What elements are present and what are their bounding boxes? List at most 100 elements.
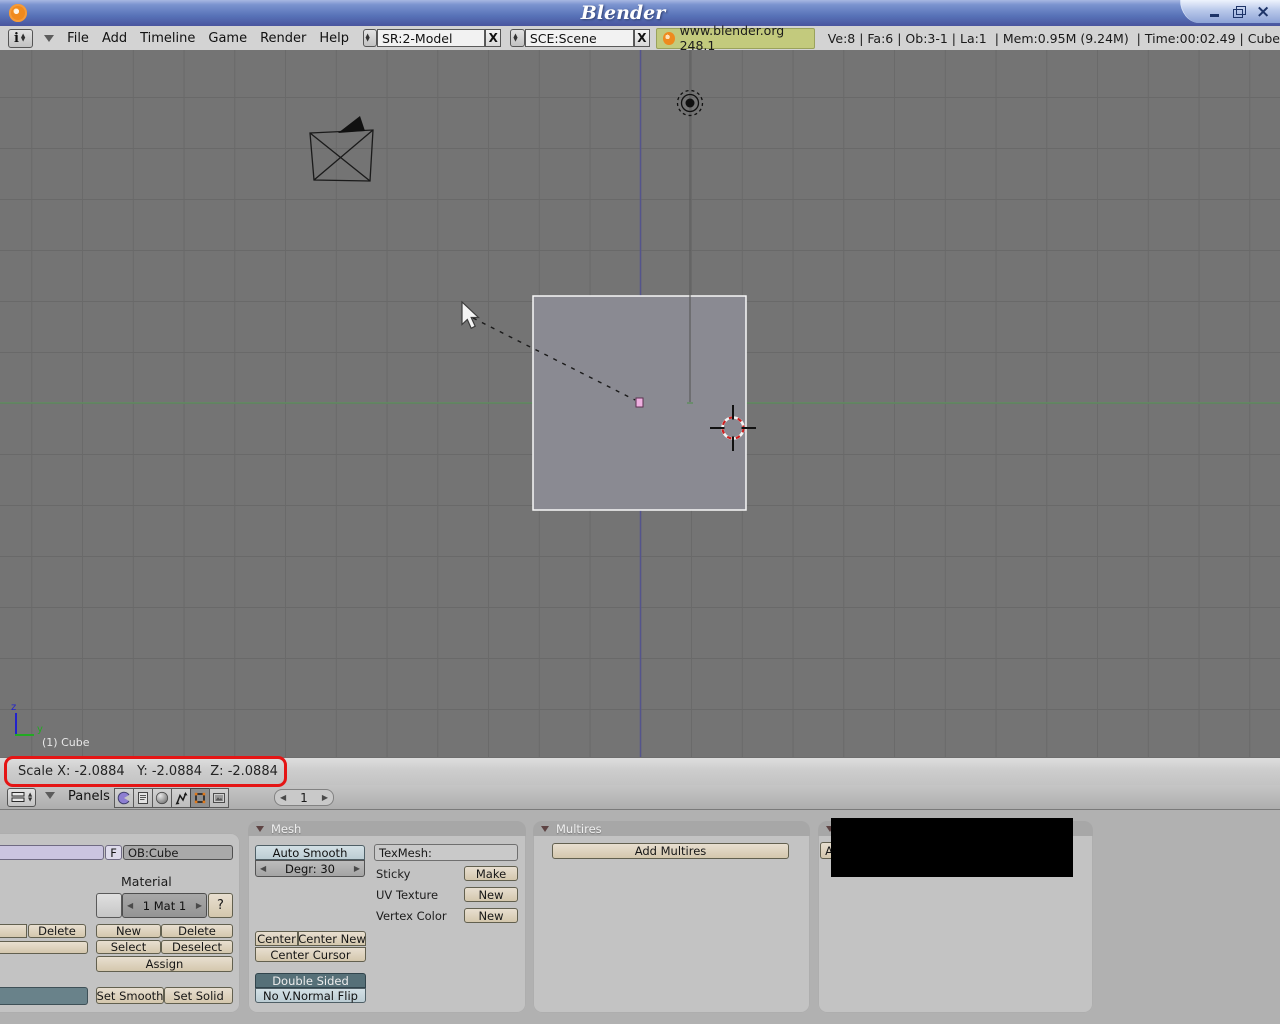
material-deselect-button[interactable]: Deselect	[161, 940, 233, 954]
viewport-header: Scale X: -2.0884 Y: -2.0884 Z: -2.0884	[0, 757, 1280, 785]
script-icon	[138, 792, 148, 804]
scene-delete-button[interactable]: X	[633, 29, 651, 47]
auto-smooth-toggle[interactable]: Auto Smooth	[255, 845, 365, 860]
uv-texture-new-button[interactable]: New	[464, 887, 518, 902]
editing-context-button[interactable]	[190, 788, 210, 808]
next-arrow-icon[interactable]: ▶	[196, 901, 202, 910]
panel-multires: Multires Add Multires	[533, 821, 810, 1013]
stepper-icon: ▲ ▼	[513, 32, 518, 43]
material-select-button[interactable]: Select	[96, 940, 161, 954]
blender-logo-icon	[9, 4, 27, 22]
center-new-button[interactable]: Center New	[298, 931, 366, 946]
material-color-swatch[interactable]	[96, 893, 122, 918]
viewport-3d[interactable]: z y (1) Cube	[0, 50, 1280, 757]
vgroup-new-button-partial[interactable]	[0, 924, 27, 938]
material-help-button[interactable]: ?	[208, 893, 233, 918]
menu-game[interactable]: Game	[208, 31, 247, 46]
prev-arrow-icon[interactable]: ◀	[127, 901, 133, 910]
blender-url-badge[interactable]: www.blender.org 248.1	[656, 23, 815, 53]
menu-render[interactable]: Render	[260, 31, 306, 46]
fake-user-button[interactable]: F	[105, 845, 122, 860]
redaction-box	[831, 818, 1073, 877]
logic-context-button[interactable]	[114, 788, 134, 808]
script-context-button[interactable]	[133, 788, 153, 808]
degr-number-field[interactable]: ◀ Degr: 30 ▶	[255, 860, 365, 877]
sticky-label: Sticky	[376, 867, 411, 881]
editor-type-button-buttons[interactable]: ▲ ▼	[7, 788, 36, 807]
menu-collapse-icon[interactable]	[44, 35, 55, 47]
camera-up-indicator	[338, 116, 365, 133]
prev-arrow-icon[interactable]: ◀	[280, 793, 286, 802]
panel-mesh-header[interactable]: Mesh	[248, 821, 526, 836]
menu-collapse-icon[interactable]	[45, 792, 55, 804]
shading-context-button[interactable]	[152, 788, 172, 808]
material-delete-button[interactable]: Delete	[161, 924, 233, 938]
panel-page-stepper[interactable]: ◀ 1 ▶	[274, 789, 334, 806]
active-object-info: (1) Cube	[42, 736, 90, 749]
next-arrow-icon[interactable]: ▶	[354, 864, 360, 873]
vertex-color-new-button[interactable]: New	[464, 908, 518, 923]
screen-delete-button[interactable]: X	[485, 29, 502, 47]
scale-readout: Scale X: -2.0884 Y: -2.0884 Z: -2.0884	[18, 764, 278, 779]
scene-context-button[interactable]	[209, 788, 229, 808]
blender-logo-icon	[663, 31, 675, 45]
center-button[interactable]: Center	[255, 931, 298, 946]
screen-browse-button[interactable]: ▲ ▼	[362, 29, 377, 47]
scene-name-field[interactable]: SCE:Scene	[524, 29, 634, 47]
lamp-object[interactable]	[676, 89, 704, 117]
panel-collapse-icon[interactable]	[256, 826, 264, 836]
vgroup-delete-button[interactable]: Delete	[28, 924, 86, 938]
viewport-overlay: z y (1) Cube	[0, 50, 1280, 757]
stepper-icon: ▲ ▼	[365, 32, 370, 43]
editor-type-button-info[interactable]: i ▲ ▼	[8, 28, 34, 48]
page-value: 1	[300, 790, 308, 805]
center-cursor-button[interactable]: Center Cursor	[255, 947, 366, 962]
panel-collapse-icon[interactable]	[541, 826, 549, 836]
weight-slider-partial[interactable]	[0, 987, 88, 1005]
scene-statistics: Ve:8 | Fa:6 | Ob:3-1 | La:1 | Mem:0.95M …	[827, 30, 1280, 46]
panel-multires-header[interactable]: Multires	[533, 821, 810, 836]
view-axis-gizmo: z y	[11, 702, 43, 736]
panel-title: Multires	[556, 821, 602, 836]
editing-icon	[194, 792, 206, 804]
mesh-datablock-field[interactable]	[0, 845, 104, 860]
menu-timeline[interactable]: Timeline	[140, 31, 195, 46]
shading-icon	[155, 791, 169, 805]
close-icon[interactable]: ×	[1256, 3, 1270, 20]
uv-texture-label: UV Texture	[376, 888, 439, 902]
sticky-make-button[interactable]: Make	[464, 866, 518, 881]
set-smooth-button[interactable]: Set Smooth	[96, 987, 164, 1004]
minimize-icon[interactable]	[1208, 6, 1222, 18]
panel-mesh: Mesh Auto Smooth ◀ Degr: 30 ▶ TexMesh: S…	[248, 821, 526, 1013]
camera-object[interactable]	[309, 116, 374, 182]
vgroup-assign-button-partial[interactable]	[0, 941, 88, 954]
window-controls: ×	[1180, 0, 1280, 23]
add-multires-button[interactable]: Add Multires	[552, 843, 789, 859]
double-sided-toggle[interactable]: Double Sided	[255, 973, 366, 988]
restore-icon[interactable]	[1232, 5, 1246, 18]
screen-name-field[interactable]: SR:2-Model	[377, 29, 486, 47]
no-vnormal-flip-toggle[interactable]: No V.Normal Flip	[255, 988, 366, 1003]
window-title: Blender	[580, 2, 666, 24]
material-assign-button[interactable]: Assign	[96, 956, 233, 972]
window-titlebar[interactable]: Blender ×	[0, 0, 1280, 27]
scene-icon	[213, 793, 225, 803]
menu-file[interactable]: File	[67, 31, 89, 46]
url-badge-label: www.blender.org 248.1	[679, 23, 785, 53]
material-slot-selector[interactable]: ◀ 1 Mat 1 ▶	[122, 893, 207, 918]
texmesh-field[interactable]: TexMesh:	[374, 844, 518, 861]
object-context-button[interactable]	[171, 788, 191, 808]
menu-help[interactable]: Help	[319, 31, 349, 46]
prev-arrow-icon[interactable]: ◀	[260, 864, 266, 873]
material-new-button[interactable]: New	[96, 924, 161, 938]
stepper-icon: ▲ ▼	[20, 32, 26, 43]
material-section-label: Material	[121, 874, 172, 889]
menu-add[interactable]: Add	[102, 31, 127, 46]
scene-browse-button[interactable]: ▲ ▼	[510, 29, 525, 47]
object-name-field[interactable]: OB:Cube	[123, 845, 233, 860]
axis-z-label: z	[11, 702, 16, 713]
stepper-icon: ▲ ▼	[28, 792, 33, 803]
object-icon	[175, 792, 188, 805]
set-solid-button[interactable]: Set Solid	[164, 987, 233, 1004]
next-arrow-icon[interactable]: ▶	[322, 793, 328, 802]
